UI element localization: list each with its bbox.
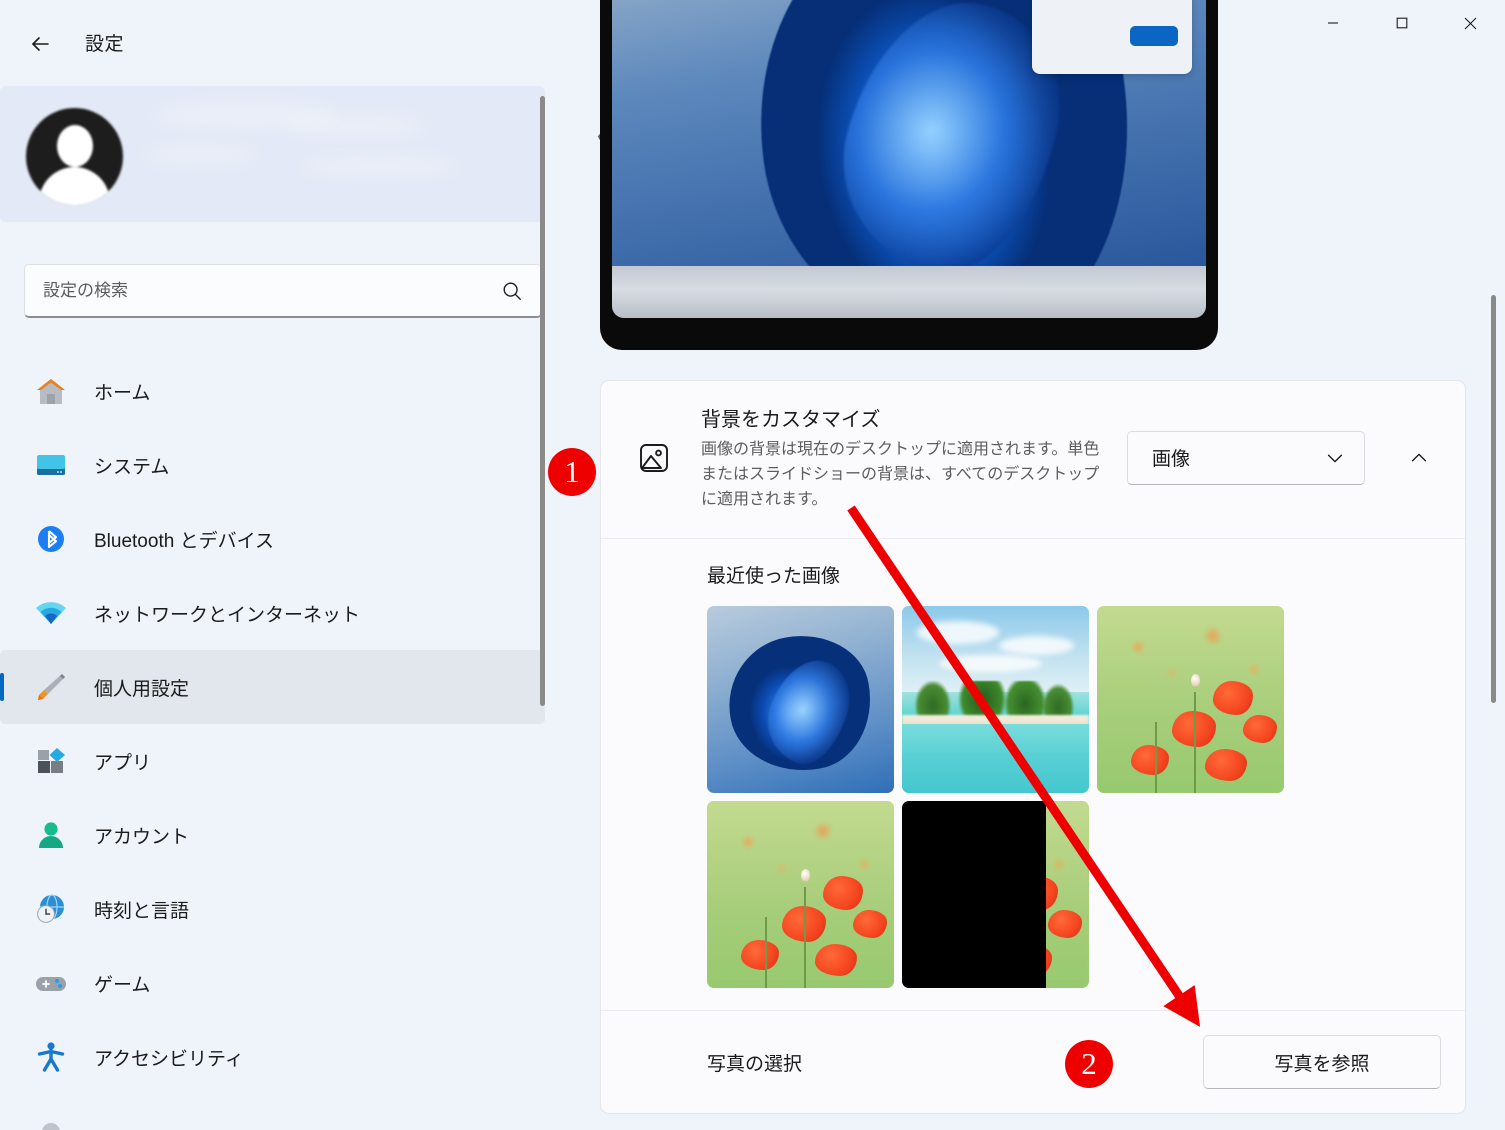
recent-thumbnail[interactable] [707,606,894,794]
picture-icon [633,437,675,479]
customize-background-texts: 背景をカスタマイズ 画像の背景は現在のデスクトップに適用されます。単色またはスラ… [695,403,1107,512]
poppy-flower [1047,909,1082,938]
photo-select-row: 写真の選択 写真を参照 [601,1011,1465,1113]
poppy-bud [800,868,810,882]
collapse-section-button[interactable] [1397,436,1441,480]
cloud-decoration [280,116,430,136]
sidebar-item-label: Bluetooth とデバイス [94,530,274,552]
background-type-dropdown[interactable]: 画像 [1127,430,1365,485]
search-icon [503,282,521,300]
preview-screen [612,0,1206,318]
poppy-flower [815,943,858,976]
accounts-icon [30,814,72,856]
sidebar-scrollbar-thumb[interactable] [540,96,545,706]
sidebar-item-gaming[interactable]: ゲーム [0,946,545,1020]
background-settings-card: 背景をカスタマイズ 画像の背景は現在のデスクトップに適用されます。単色またはスラ… [600,380,1466,1115]
poppy-flower [852,909,887,938]
sidebar-item-system[interactable]: システム [0,428,545,502]
back-arrow-icon [32,37,49,51]
poppy-flower [822,876,863,911]
app-title: 設定 [85,34,125,55]
thumbnail-cloud [999,636,1075,655]
recent-thumbnail[interactable] [1097,606,1284,794]
network-icon [30,592,72,634]
preview-window-accent-button [1130,26,1178,46]
recent-images-title: 最近使った画像 [707,566,841,588]
sidebar-item-time-language[interactable]: 時刻と言語 [0,872,545,946]
redaction-overlay [902,801,1046,989]
poppy-flower [1205,748,1248,781]
sidebar-item-label: アプリ [94,752,152,774]
customize-background-title: 背景をカスタマイズ [701,409,881,431]
system-icon [30,444,72,486]
accessibility-icon [30,1036,72,1078]
time-language-icon [30,888,72,930]
sidebar-item-accessibility[interactable]: アクセシビリティ [0,1020,545,1094]
recent-thumbnail[interactable] [902,801,1089,989]
thumbnail-sea [902,724,1089,794]
recent-thumbnail[interactable] [902,606,1089,794]
desktop-preview [600,0,1218,350]
recent-images-section: 最近使った画像 [601,539,1465,1010]
poppy-flower [1212,681,1253,716]
cloud-decoration [300,156,460,176]
customize-background-row: 背景をカスタマイズ 画像の背景は現在のデスクトップに適用されます。単色またはスラ… [601,381,1465,538]
poppy-flower [740,939,779,970]
sidebar-item-label: ネットワークとインターネット [94,604,361,626]
privacy-icon [30,1098,72,1130]
recent-images-grid [707,606,1285,989]
back-button[interactable] [20,24,60,64]
sidebar-item-label: アクセシビリティ [94,1048,244,1070]
background-type-value: 画像 [1152,449,1191,471]
sidebar-item-label: システム [94,456,170,478]
sidebar-item-personalization[interactable]: 個人用設定 [0,650,545,724]
sidebar-item-label: ホーム [94,382,151,404]
poppy-stem [804,887,807,989]
search-input[interactable] [43,280,501,301]
main-content: 個人用設定 › 背景 背景をカスタマイズ [560,0,1505,1130]
poppy-stem [1154,722,1157,794]
sidebar-item-network[interactable]: ネットワークとインターネット [0,576,545,650]
preview-window-mock [1032,0,1192,74]
sidebar-item-label: 個人用設定 [94,678,190,700]
customize-background-description: 画像の背景は現在のデスクトップに適用されます。単色またはスライドショーの背景は、… [701,441,1100,508]
sidebar-item-partial[interactable] [0,1094,545,1130]
annotation-badge-1: 1 [548,448,596,496]
personalization-icon [30,666,72,708]
poppy-flower [1242,714,1277,743]
main-scrollbar-thumb[interactable] [1491,295,1496,703]
sidebar-item-accounts[interactable]: アカウント [0,798,545,872]
poppy-stem [764,917,767,989]
preview-taskbar [612,266,1206,318]
sidebar-item-label: ゲーム [94,974,151,996]
avatar [26,108,123,205]
poppy-flower [1130,744,1169,775]
bluetooth-icon [30,518,72,560]
browse-photos-button[interactable]: 写真を参照 [1203,1035,1441,1090]
gaming-icon [30,962,72,1004]
poppy-stem [1194,692,1197,794]
home-icon [30,370,72,412]
user-profile-card[interactable] [0,86,545,222]
thumbnail-cloud [916,621,1000,644]
thumbnail-art [707,801,894,989]
thumbnail-cloud [939,655,1043,672]
sidebar-item-home[interactable]: ホーム [0,354,545,428]
thumbnail-art [1097,606,1284,794]
sidebar-item-bluetooth[interactable]: Bluetooth とデバイス [0,502,545,576]
sidebar-item-label: アカウント [94,826,190,848]
poppy-bud [1190,673,1200,687]
chevron-down-icon [1327,454,1343,463]
recent-thumbnail[interactable] [707,801,894,989]
photo-select-label: 写真の選択 [707,1053,803,1075]
chevron-up-icon [1411,453,1427,462]
navigation-list: ホーム システム Bluetooth とデバイス ネットワークとインターネット … [0,354,545,1130]
sidebar-item-apps[interactable]: アプリ [0,724,545,798]
cloud-decoration [140,146,260,164]
sidebar-item-label: 時刻と言語 [94,900,190,922]
sidebar: ホーム システム Bluetooth とデバイス [0,86,560,1130]
annotation-badge-2: 2 [1065,1040,1113,1088]
search-box[interactable] [24,264,542,318]
apps-icon [30,740,72,782]
